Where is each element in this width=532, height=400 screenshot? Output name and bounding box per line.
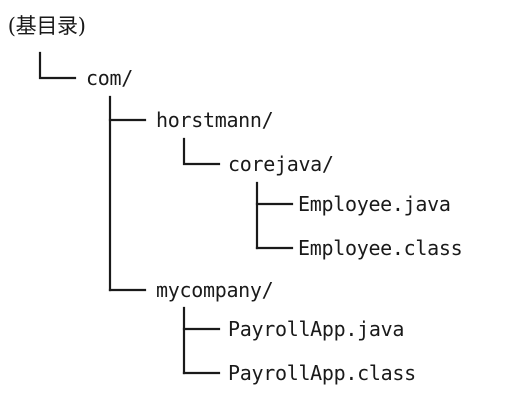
folder-mycompany: mycompany/ [156, 278, 274, 302]
connector-horstmann-corejava [182, 137, 221, 166]
folder-corejava: corejava/ [228, 152, 334, 176]
folder-com: com/ [86, 66, 133, 90]
connector-root-com [38, 51, 77, 80]
file-employee-class: Employee.class [298, 236, 463, 260]
folder-horstmann: horstmann/ [156, 108, 274, 132]
file-payroll-java: PayrollApp.java [228, 317, 405, 341]
file-payroll-class: PayrollApp.class [228, 361, 416, 385]
root-directory-label: . (基目录) [0, 14, 86, 38]
file-employee-java: Employee.java [298, 192, 451, 216]
